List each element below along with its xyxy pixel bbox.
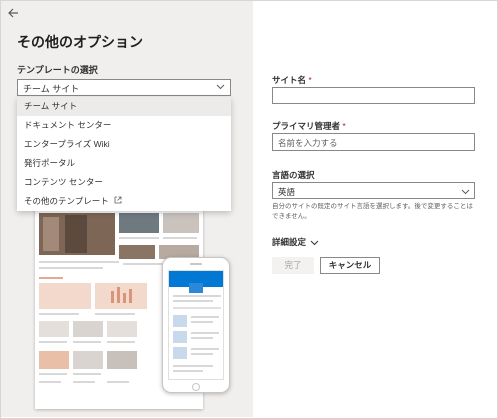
language-help-text: 自分のサイトの既定のサイト言語を選択します。後で変更することはできません。 [272, 203, 473, 220]
chevron-down-icon [461, 187, 470, 198]
back-arrow-icon[interactable] [7, 7, 23, 21]
chevron-down-icon [216, 82, 225, 93]
template-option-publishing-portal[interactable]: 発行ポータル [17, 154, 231, 173]
mobile-template-preview [162, 257, 230, 393]
advanced-settings-toggle[interactable]: 詳細設定 [272, 236, 319, 248]
template-pane: その他のオプション テンプレートの選択 チーム サイト チーム サイト ドキュメ… [1, 1, 253, 417]
template-option-enterprise-wiki[interactable]: エンタープライズ Wiki [17, 135, 231, 154]
template-select[interactable]: チーム サイト [17, 79, 231, 96]
primary-admin-input[interactable]: 名前を入力する [272, 133, 475, 151]
template-option-team-site[interactable]: チーム サイト [17, 97, 231, 116]
template-select-value: チーム サイト [23, 84, 80, 94]
template-option-document-center[interactable]: ドキュメント センター [17, 116, 231, 135]
language-select[interactable]: 英語 [272, 182, 475, 199]
site-name-input[interactable] [272, 87, 475, 104]
site-name-label: サイト名 * [272, 75, 312, 85]
template-option-content-center[interactable]: コンテンツ センター [17, 173, 231, 192]
page-title: その他のオプション [17, 34, 143, 50]
primary-admin-label: プライマリ管理者 * [272, 121, 346, 131]
language-select-value: 英語 [278, 187, 296, 197]
template-option-other-templates[interactable]: その他のテンプレート [17, 192, 231, 211]
external-link-icon [114, 192, 122, 211]
language-label: 言語の選択 [272, 170, 315, 180]
primary-admin-placeholder: 名前を入力する [278, 138, 338, 148]
template-dropdown-list: チーム サイト ドキュメント センター エンタープライズ Wiki 発行ポータル… [17, 97, 231, 211]
cancel-button[interactable]: キャンセル [320, 257, 380, 274]
template-select-label: テンプレートの選択 [17, 65, 98, 75]
chevron-down-icon [308, 237, 319, 247]
done-button[interactable]: 完了 [272, 257, 314, 274]
